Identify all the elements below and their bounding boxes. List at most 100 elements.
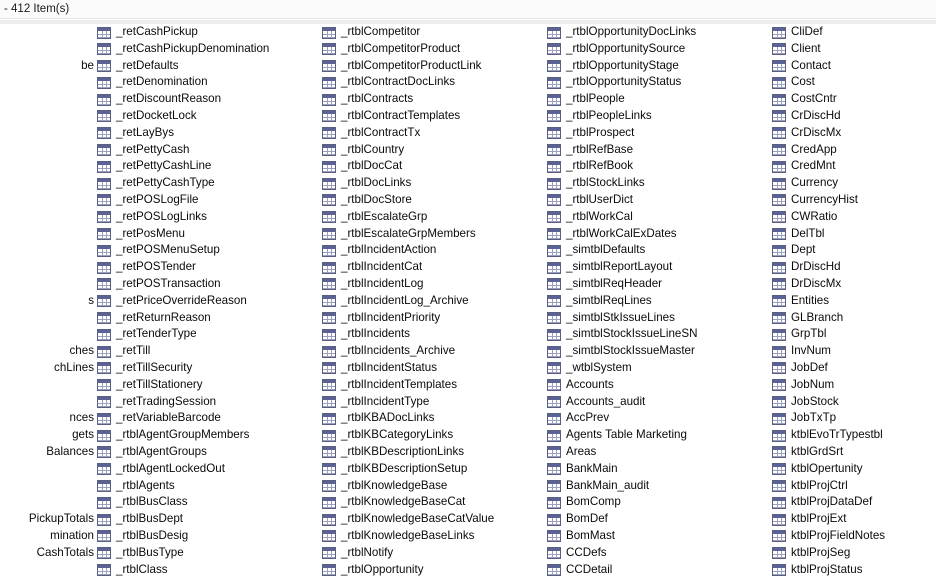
list-item[interactable]: CredApp	[772, 142, 936, 159]
list-item[interactable]: _rtblContractTemplates	[322, 108, 544, 125]
list-item[interactable]: _rtblRefBook	[547, 158, 769, 175]
list-item[interactable]: _rtblKBDescriptionSetup	[322, 461, 544, 478]
list-item[interactable]: _rtblStockLinks	[547, 175, 769, 192]
list-item[interactable]: InvNum	[772, 343, 936, 360]
list-item[interactable]	[0, 125, 94, 142]
list-item[interactable]: Areas	[547, 444, 769, 461]
list-item[interactable]	[0, 562, 94, 579]
list-item[interactable]	[0, 377, 94, 394]
list-item[interactable]: JobTxTp	[772, 410, 936, 427]
list-item[interactable]: CWRatio	[772, 209, 936, 226]
list-item[interactable]: ktblProjExt	[772, 511, 936, 528]
list-item[interactable]: _simtblStockIssueLineSN	[547, 326, 769, 343]
list-item[interactable]: ktblProjSeg	[772, 545, 936, 562]
list-item[interactable]: _rtblKBADocLinks	[322, 410, 544, 427]
list-item[interactable]: ktblGrdSrt	[772, 444, 936, 461]
list-item[interactable]: _rtblBusDesig	[97, 528, 319, 545]
list-item[interactable]: _retTenderType	[97, 326, 319, 343]
list-item[interactable]: _simtblDefaults	[547, 242, 769, 259]
list-item[interactable]: Dept	[772, 242, 936, 259]
list-item[interactable]	[0, 259, 94, 276]
list-item[interactable]: nces	[0, 410, 95, 427]
list-item[interactable]: GLBranch	[772, 310, 936, 327]
list-item[interactable]: Cost	[772, 74, 936, 91]
list-item[interactable]: _rtblUserDict	[547, 192, 769, 209]
list-item[interactable]: Currency	[772, 175, 936, 192]
list-item[interactable]: _rtblContracts	[322, 91, 544, 108]
list-item[interactable]: _retPriceOverrideReason	[97, 293, 319, 310]
list-item[interactable]: _rtblOpportunityDocLinks	[547, 24, 769, 41]
list-item[interactable]	[0, 494, 94, 511]
list-item[interactable]: _rtblIncidentTemplates	[322, 377, 544, 394]
list-item[interactable]	[0, 226, 94, 243]
list-item[interactable]	[0, 74, 94, 91]
list-item[interactable]: _rtblIncidentAction	[322, 242, 544, 259]
list-item[interactable]	[0, 91, 94, 108]
list-item[interactable]: _retPosMenu	[97, 226, 319, 243]
list-item[interactable]: _rtblWorkCal	[547, 209, 769, 226]
list-item[interactable]: _rtblClass	[97, 562, 319, 579]
list-item[interactable]: _retCashPickupDenomination	[97, 41, 319, 58]
list-item[interactable]: BankMain	[547, 461, 769, 478]
list-item[interactable]: _rtblDocStore	[322, 192, 544, 209]
list-item[interactable]: Balances	[0, 444, 94, 461]
list-item[interactable]: _rtblKBDescriptionLinks	[322, 444, 544, 461]
list-item[interactable]: be	[0, 58, 94, 75]
list-item[interactable]	[0, 41, 94, 58]
list-item[interactable]	[0, 24, 94, 41]
list-item[interactable]	[0, 108, 94, 125]
list-item[interactable]: ktblEvoTrTypestbl	[772, 427, 936, 444]
list-item[interactable]: Contact	[772, 58, 936, 75]
list-item[interactable]: _simtblStockIssueMaster	[547, 343, 769, 360]
list-item[interactable]: _retCashPickup	[97, 24, 319, 41]
list-item[interactable]: _retReturnReason	[97, 310, 319, 327]
list-item[interactable]: _rtblIncidentLog_Archive	[322, 293, 544, 310]
list-item[interactable]: CCDetail	[547, 562, 769, 579]
list-item[interactable]	[0, 461, 94, 478]
list-item[interactable]: _retPOSTransaction	[97, 276, 319, 293]
list-item[interactable]: _rtblEscalateGrpMembers	[322, 226, 544, 243]
list-item[interactable]: _retTill	[97, 343, 319, 360]
list-item[interactable]: _rtblAgents	[97, 478, 319, 495]
list-item[interactable]: _simtblReportLayout	[547, 259, 769, 276]
list-item[interactable]: _simtblReqHeader	[547, 276, 769, 293]
list-item[interactable]: PickupTotals	[0, 511, 94, 528]
list-item[interactable]: DrDiscHd	[772, 259, 936, 276]
list-item[interactable]: _retPettyCashType	[97, 175, 319, 192]
list-item[interactable]	[0, 175, 94, 192]
list-item[interactable]: _rtblCompetitor	[322, 24, 544, 41]
list-item[interactable]: Accounts	[547, 377, 769, 394]
list-item[interactable]: _rtblOpportunitySource	[547, 41, 769, 58]
list-item[interactable]: _retPettyCash	[97, 142, 319, 159]
list-item[interactable]	[0, 276, 94, 293]
list-item[interactable]: _retDiscountReason	[97, 91, 319, 108]
list-item[interactable]: Client	[772, 41, 936, 58]
list-item[interactable]: JobDef	[772, 360, 936, 377]
list-item[interactable]: _rtblEscalateGrp	[322, 209, 544, 226]
list-item[interactable]: _rtblIncidentCat	[322, 259, 544, 276]
list-item[interactable]: Accounts_audit	[547, 394, 769, 411]
list-item[interactable]: mination	[0, 528, 94, 545]
list-item[interactable]: CurrencyHist	[772, 192, 936, 209]
list-item[interactable]: _rtblCompetitorProduct	[322, 41, 544, 58]
list-item[interactable]: DelTbl	[772, 226, 936, 243]
list-item[interactable]: _rtblBusClass	[97, 494, 319, 511]
list-item[interactable]	[0, 478, 94, 495]
list-item[interactable]: _rtblPeopleLinks	[547, 108, 769, 125]
list-item[interactable]: _rtblAgentGroupMembers	[97, 427, 319, 444]
list-item[interactable]: CrDiscHd	[772, 108, 936, 125]
list-item[interactable]: GrpTbl	[772, 326, 936, 343]
list-item[interactable]: _rtblCompetitorProductLink	[322, 58, 544, 75]
list-item[interactable]: _retVariableBarcode	[97, 410, 319, 427]
list-item[interactable]	[0, 192, 94, 209]
list-item[interactable]: _rtblIncidentStatus	[322, 360, 544, 377]
list-item[interactable]: ktblOpertunity	[772, 461, 936, 478]
list-item[interactable]: _rtblNotify	[322, 545, 544, 562]
list-item[interactable]: _retTillStationery	[97, 377, 319, 394]
list-item[interactable]: _rtblKnowledgeBaseLinks	[322, 528, 544, 545]
list-item[interactable]: _rtblKnowledgeBaseCat	[322, 494, 544, 511]
list-item[interactable]: _rtblDocLinks	[322, 175, 544, 192]
list-item[interactable]	[0, 242, 94, 259]
list-item[interactable]: _rtblOpportunityStage	[547, 58, 769, 75]
list-item[interactable]: JobNum	[772, 377, 936, 394]
